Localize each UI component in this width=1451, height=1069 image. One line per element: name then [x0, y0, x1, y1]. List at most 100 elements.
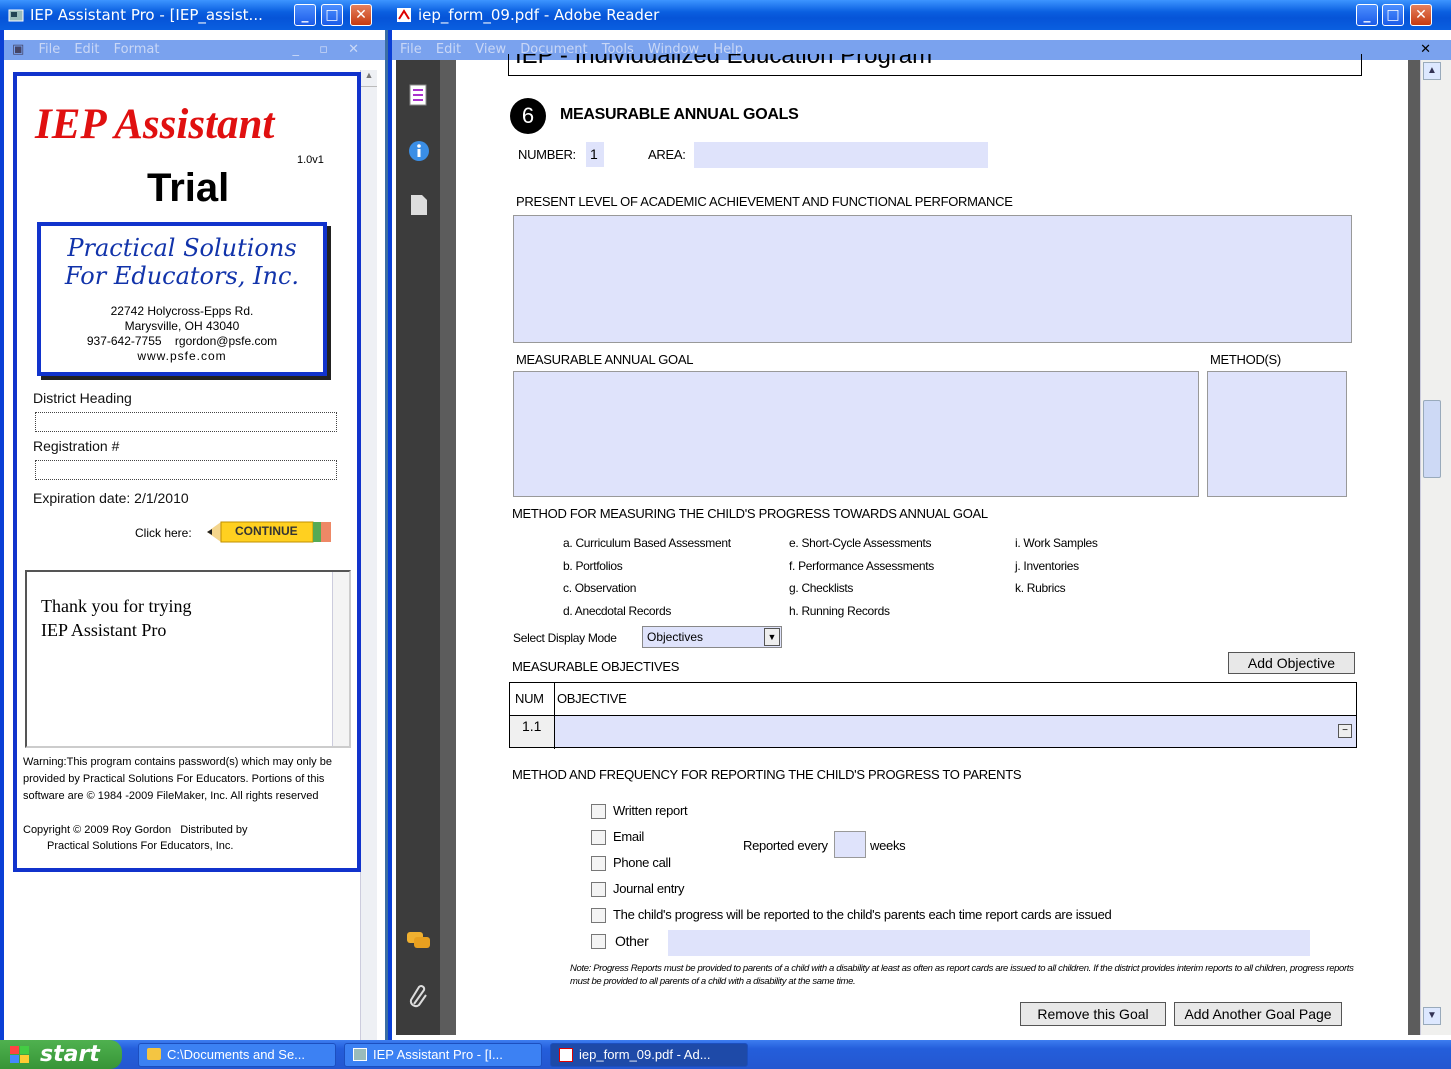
reader-close-button[interactable]: ✕: [1410, 4, 1432, 26]
document-scrollbar[interactable]: ▲ ▼: [1420, 60, 1451, 1035]
method-c: c. Observation: [563, 581, 637, 595]
company-name-2: For Educators, Inc.: [64, 262, 300, 290]
company-address-1: 22742 Holycross-Epps Rd.: [110, 304, 254, 318]
annual-goal-label: MEASURABLE ANNUAL GOAL: [516, 352, 694, 367]
comments-icon[interactable]: [406, 930, 432, 952]
close-button[interactable]: ✕: [350, 4, 372, 26]
taskbar-item-folder[interactable]: C:\Documents and Se...: [138, 1043, 336, 1067]
start-label: start: [40, 1042, 100, 1067]
present-level-field[interactable]: [513, 215, 1352, 343]
taskbar-iep-label: IEP Assistant Pro - [I...: [373, 1047, 503, 1062]
methods-column-3: i. Work Samples j. Inventories k. Rubric…: [1015, 532, 1098, 600]
remove-goal-button[interactable]: Remove this Goal: [1020, 1002, 1166, 1026]
scroll-up-arrow-icon[interactable]: ▲: [361, 70, 377, 87]
display-mode-value: Objectives: [647, 630, 704, 644]
row-collapse-icon[interactable]: −: [1338, 724, 1352, 738]
page-header-box: IEP - Individualized Education Program: [508, 54, 1362, 76]
menu-file[interactable]: File: [38, 42, 60, 57]
objective-field[interactable]: [555, 716, 1356, 747]
methods-label: METHOD(S): [1210, 352, 1281, 367]
area-field[interactable]: [694, 142, 988, 168]
add-goal-page-button[interactable]: Add Another Goal Page: [1174, 1002, 1342, 1026]
message-line-1: Thank you for trying: [41, 596, 192, 616]
scroll-down-icon[interactable]: ▼: [1423, 1007, 1441, 1025]
expiration-date: Expiration date: 2/1/2010: [33, 490, 189, 506]
method-e: e. Short-Cycle Assessments: [789, 536, 932, 550]
app-icon: [353, 1048, 367, 1061]
methods-field[interactable]: [1207, 371, 1347, 497]
adobe-reader-window: iep_form_09.pdf - Adobe Reader _ □ ✕ Fil…: [388, 0, 1451, 1040]
option-email: Email: [613, 829, 645, 844]
windows-logo-icon: [10, 1046, 29, 1063]
method-h: h. Running Records: [789, 603, 890, 618]
taskbar-item-iep[interactable]: IEP Assistant Pro - [I...: [344, 1043, 542, 1067]
page-header-text: IEP - Individualized Education Program: [515, 54, 933, 69]
objectives-label: MEASURABLE OBJECTIVES: [512, 659, 680, 674]
method-k: k. Rubrics: [1015, 581, 1066, 595]
pdf-icon: [559, 1048, 573, 1062]
checkbox-phone-call[interactable]: [591, 856, 606, 871]
method-i: i. Work Samples: [1015, 536, 1098, 550]
method-d: d. Anecdotal Records: [563, 603, 672, 618]
start-button[interactable]: start: [0, 1040, 122, 1069]
menu-view[interactable]: View: [475, 42, 506, 57]
minimize-button[interactable]: _: [294, 4, 316, 26]
attachments-pages-icon[interactable]: [410, 194, 428, 216]
brand-version: 1.0v1: [297, 154, 324, 166]
inner-window-controls[interactable]: _ ▫ ✕: [293, 40, 367, 60]
iep-assistant-window: IEP Assistant Pro - [IEP_assist... _ □ ✕…: [0, 0, 389, 1040]
weeks-field[interactable]: [834, 831, 866, 858]
menu-edit[interactable]: Edit: [74, 42, 99, 57]
app-icon: [8, 9, 24, 22]
reported-every-label: Reported every: [743, 838, 828, 853]
reader-minimize-button[interactable]: _: [1356, 4, 1378, 26]
display-mode-select[interactable]: Objectives ▼: [642, 626, 782, 648]
message-scrollbar[interactable]: [332, 572, 349, 746]
row-num: 1.1: [522, 718, 542, 734]
message-line-2: IEP Assistant Pro: [41, 620, 167, 640]
chevron-down-icon[interactable]: ▼: [764, 628, 780, 646]
checkbox-email[interactable]: [591, 830, 606, 845]
menu-file[interactable]: File: [400, 42, 422, 57]
continue-button[interactable]: CONTINUE: [207, 520, 333, 544]
left-scrollbar[interactable]: ▲: [360, 70, 377, 1040]
add-objective-button[interactable]: Add Objective: [1228, 652, 1355, 674]
checkbox-other[interactable]: [591, 934, 606, 949]
annual-goal-field[interactable]: [513, 371, 1199, 497]
info-icon[interactable]: [408, 140, 430, 162]
registration-field[interactable]: [35, 460, 337, 480]
trial-panel: IEP Assistant 1.0v1 Trial Practical Solu…: [13, 72, 361, 872]
maximize-button[interactable]: □: [321, 4, 343, 26]
method-b: b. Portfolios: [563, 558, 623, 573]
brand-title: IEP Assistant: [35, 101, 275, 148]
close-document-icon[interactable]: ✕: [1420, 40, 1431, 60]
taskbar-item-reader[interactable]: iep_form_09.pdf - Ad...: [550, 1043, 748, 1067]
left-menubar: ▣ File Edit Format _ ▫ ✕: [4, 40, 385, 60]
scroll-thumb[interactable]: [1423, 400, 1441, 478]
menu-edit[interactable]: Edit: [436, 42, 461, 57]
right-window-titlebar[interactable]: iep_form_09.pdf - Adobe Reader _ □ ✕: [388, 0, 1451, 30]
other-field[interactable]: [668, 930, 1310, 956]
left-window-title: IEP Assistant Pro - [IEP_assist...: [30, 6, 263, 24]
methods-column-2: e. Short-Cycle Assessments f. Performanc…: [789, 532, 934, 622]
scroll-up-icon[interactable]: ▲: [1423, 62, 1441, 80]
reader-maximize-button[interactable]: □: [1382, 4, 1404, 26]
navigation-pane: [396, 60, 440, 1035]
checkbox-written-report[interactable]: [591, 804, 606, 819]
checkbox-report-cards[interactable]: [591, 908, 606, 923]
district-heading-field[interactable]: [35, 412, 337, 432]
goal-number-field[interactable]: 1: [586, 142, 604, 167]
registration-label: Registration #: [33, 438, 120, 454]
measuring-label: METHOD FOR MEASURING THE CHILD'S PROGRES…: [512, 506, 988, 521]
pages-icon[interactable]: [408, 84, 428, 106]
copyright-line-1: Copyright © 2009 Roy Gordon Distributed …: [23, 824, 248, 836]
option-written-report: Written report: [613, 803, 688, 818]
right-window-title: iep_form_09.pdf - Adobe Reader: [418, 6, 660, 24]
menu-doc-icon[interactable]: ▣: [12, 42, 24, 57]
menu-format[interactable]: Format: [114, 42, 160, 57]
weeks-label: weeks: [870, 838, 906, 853]
left-window-titlebar[interactable]: IEP Assistant Pro - [IEP_assist... _ □ ✕: [0, 0, 389, 30]
district-heading-label: District Heading: [33, 390, 132, 406]
paperclip-icon[interactable]: [408, 984, 430, 1010]
checkbox-journal-entry[interactable]: [591, 882, 606, 897]
